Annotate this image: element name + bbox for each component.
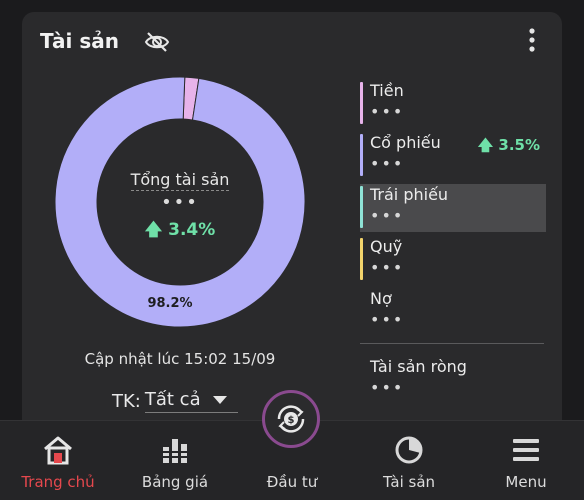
pie-chart-icon (395, 436, 423, 464)
legend-item-value: ••• (370, 102, 405, 121)
net-assets[interactable]: Tài sản ròng ••• (370, 356, 467, 398)
legend-item-value: ••• (370, 310, 405, 329)
arrow-up-icon: 🡅 (144, 220, 163, 240)
tab-menu[interactable]: Menu (468, 421, 584, 500)
eye-off-icon[interactable] (144, 30, 170, 54)
account-label: TK: (112, 390, 141, 412)
legend-item-funds[interactable]: Quỹ ••• (360, 236, 546, 284)
tab-home[interactable]: Trang chủ (0, 421, 116, 500)
invest-icon: $ (277, 405, 305, 433)
arrow-up-icon: 🡅 (477, 136, 494, 154)
more-options-icon[interactable] (522, 26, 542, 54)
tab-label: Trang chủ (21, 473, 95, 491)
tab-label: Bảng giá (141, 473, 209, 491)
svg-text:$: $ (288, 415, 295, 426)
legend-item-value: ••• (370, 206, 405, 225)
tab-label: Menu (505, 473, 547, 491)
price-board-icon (163, 439, 187, 463)
legend-item-value: ••• (370, 258, 405, 277)
invest-button[interactable]: $ (262, 390, 320, 448)
legend-item-cash[interactable]: Tiền ••• (360, 80, 546, 128)
legend-item-bonds[interactable]: Trái phiếu ••• (360, 184, 546, 232)
legend-item-change: 🡅 3.5% (477, 136, 540, 154)
total-assets-hidden-value: ••• (161, 192, 199, 213)
legend-item-name: Nợ (370, 289, 392, 308)
total-assets-change: 🡅 3.4% (144, 220, 216, 240)
tab-assets[interactable]: Tài sản (351, 421, 467, 500)
asset-legend: Tiền ••• Cổ phiếu ••• 🡅 3.5% Trái phiếu … (360, 80, 546, 340)
last-updated: Cập nhật lúc 15:02 15/09 (84, 350, 276, 368)
caret-down-icon (213, 396, 228, 404)
legend-item-stocks[interactable]: Cổ phiếu ••• 🡅 3.5% (360, 132, 546, 180)
home-icon (44, 436, 72, 465)
legend-divider (360, 343, 544, 344)
account-selector[interactable]: TK: Tất cả (112, 389, 239, 413)
legend-item-name: Tiền (370, 81, 404, 100)
tab-label: Đầu tư (266, 473, 318, 491)
card-title: Tài sản (40, 29, 119, 53)
slice-label-stocks: 98.2% (147, 296, 193, 311)
assets-card: Tài sản Tổng tài sản ••• 🡅 3.4% 98.2% Cậ… (22, 12, 562, 432)
tab-price-board[interactable]: Bảng giá (117, 421, 233, 500)
tab-label: Tài sản (382, 473, 436, 491)
total-assets-label[interactable]: Tổng tài sản (62, 170, 298, 191)
legend-item-name: Quỹ (370, 237, 403, 256)
legend-item-name: Trái phiếu (370, 185, 449, 204)
net-assets-label: Tài sản ròng (370, 357, 467, 376)
menu-icon (513, 439, 539, 461)
net-assets-value: ••• (370, 378, 405, 397)
account-value: Tất cả (144, 389, 239, 413)
legend-item-debt[interactable]: Nợ ••• (360, 288, 546, 336)
